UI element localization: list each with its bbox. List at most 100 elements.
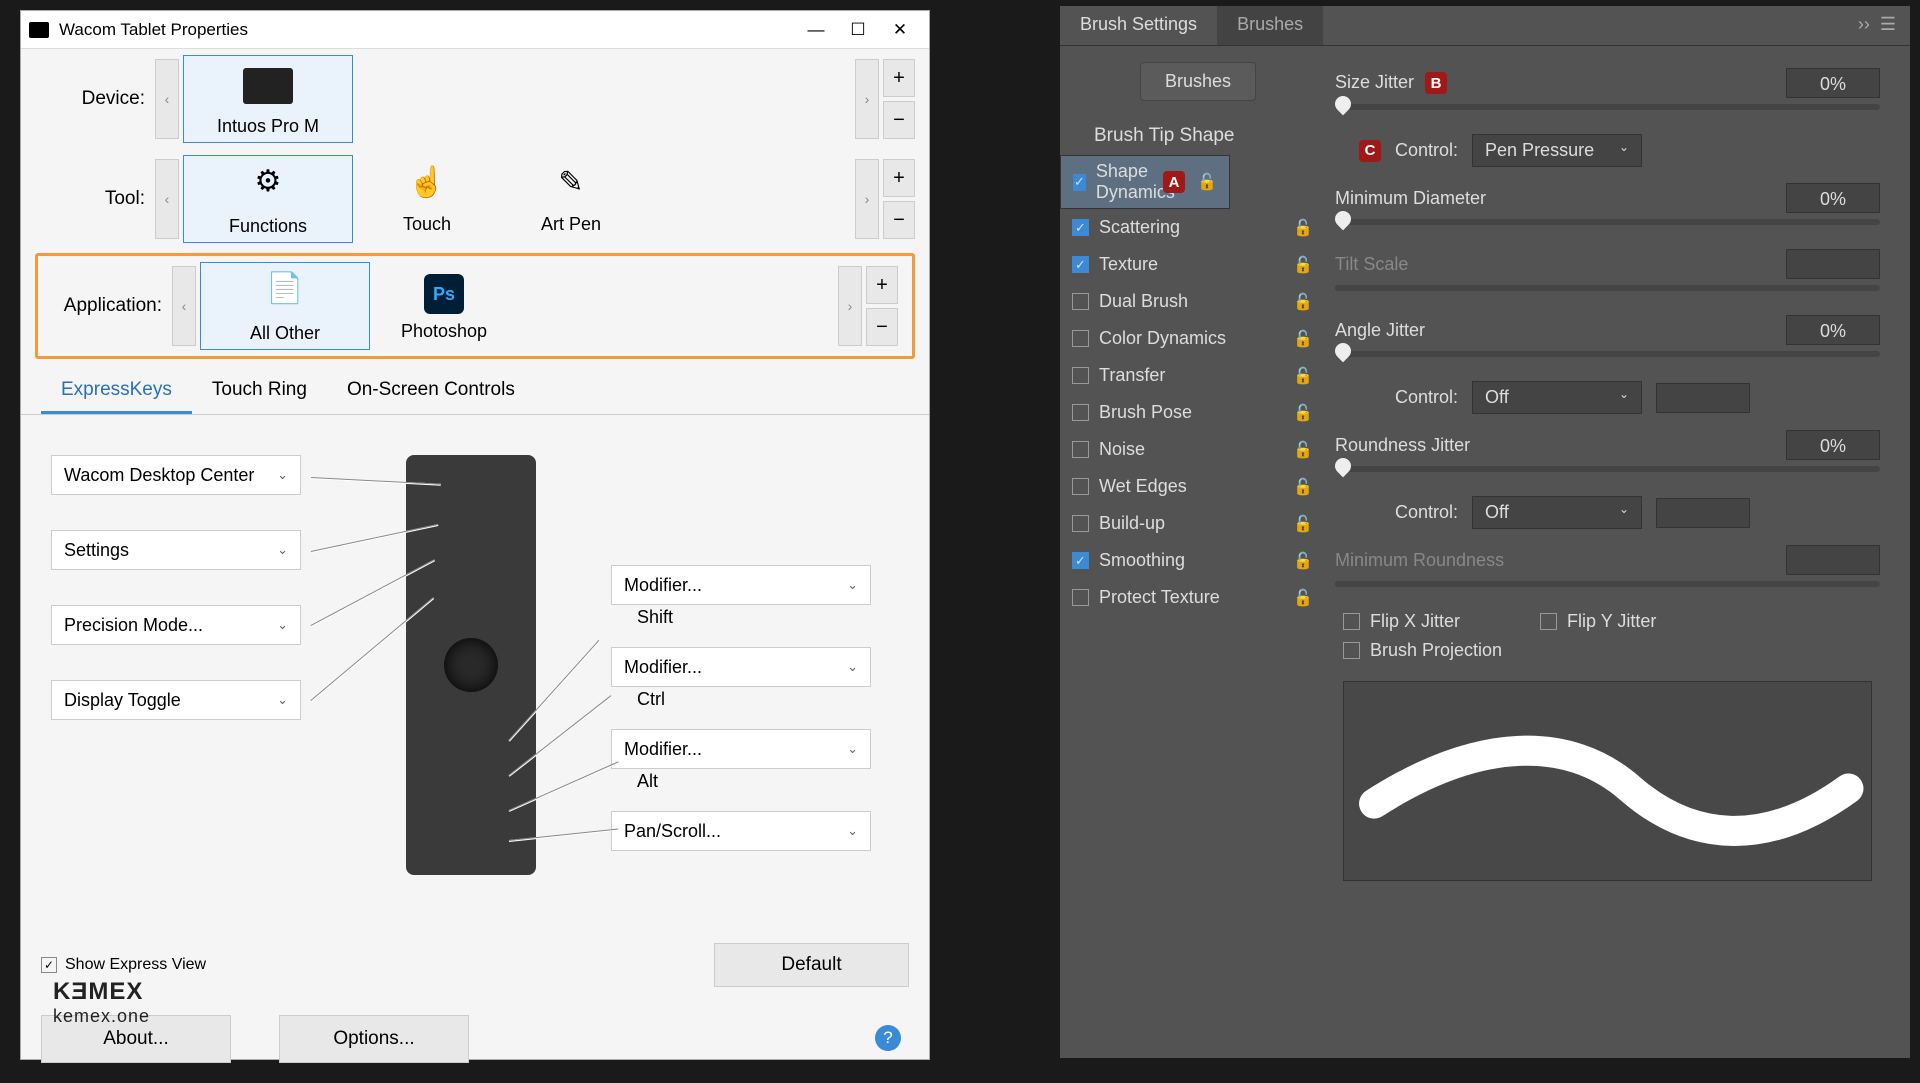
roundness-jitter-slider[interactable]	[1335, 466, 1880, 472]
app-item-label: All Other	[250, 323, 320, 344]
option-checkbox[interactable]: ✓	[1073, 174, 1086, 191]
key-dropdown-7[interactable]: Modifier...⌄	[611, 729, 871, 769]
size-jitter-value[interactable]: 0%	[1786, 68, 1880, 98]
key-dropdown-3[interactable]: Precision Mode...⌄	[51, 605, 301, 645]
device-prev-button[interactable]: ‹	[155, 59, 179, 139]
brushes-button[interactable]: Brushes	[1140, 62, 1256, 101]
tool-item-functions[interactable]: ⚙ Functions	[183, 155, 353, 243]
option-checkbox[interactable]	[1072, 404, 1089, 421]
option-checkbox[interactable]	[1072, 441, 1089, 458]
tool-add-button[interactable]: +	[883, 159, 915, 197]
min-diameter-value[interactable]: 0%	[1786, 183, 1880, 213]
option-checkbox[interactable]	[1072, 515, 1089, 532]
lock-icon[interactable]: 🔓	[1293, 255, 1313, 275]
brush-tabs: Brush Settings Brushes ›› ☰	[1060, 6, 1910, 46]
app-next-button[interactable]: ›	[838, 266, 862, 346]
app-prev-button[interactable]: ‹	[172, 266, 196, 346]
device-remove-button[interactable]: −	[883, 101, 915, 139]
control-select-2[interactable]: Off⌄	[1472, 381, 1642, 414]
option-checkbox[interactable]	[1072, 293, 1089, 310]
option-checkbox[interactable]: ✓	[1072, 552, 1089, 569]
flipx-checkbox[interactable]	[1343, 613, 1360, 630]
collapse-icon[interactable]: ››	[1858, 14, 1870, 37]
tilt-scale-slider	[1335, 285, 1880, 291]
key-dropdown-2[interactable]: Settings⌄	[51, 530, 301, 570]
titlebar: Wacom Tablet Properties — ☐ ✕	[21, 11, 929, 49]
brush-option-wet-edges[interactable]: Wet Edges🔓	[1060, 468, 1325, 505]
angle-jitter-value[interactable]: 0%	[1786, 315, 1880, 345]
option-checkbox[interactable]	[1072, 589, 1089, 606]
brush-option-shape-dynamics[interactable]: ✓Shape DynamicsA🔓	[1060, 155, 1230, 209]
tool-prev-button[interactable]: ‹	[155, 159, 179, 239]
close-button[interactable]: ✕	[879, 15, 921, 45]
control-select-3[interactable]: Off⌄	[1472, 496, 1642, 529]
key-dropdown-8[interactable]: Pan/Scroll...⌄	[611, 811, 871, 851]
app-add-button[interactable]: +	[866, 266, 898, 304]
lock-icon[interactable]: 🔓	[1293, 366, 1313, 386]
brush-option-brush-pose[interactable]: Brush Pose🔓	[1060, 394, 1325, 431]
tool-item-touch[interactable]: ☝ Touch	[357, 155, 497, 243]
option-checkbox[interactable]	[1072, 330, 1089, 347]
key-dropdown-4[interactable]: Display Toggle⌄	[51, 680, 301, 720]
lock-icon[interactable]: 🔓	[1293, 588, 1313, 608]
chevron-down-icon: ⌄	[847, 741, 858, 757]
brush-tip-shape-item[interactable]: Brush Tip Shape	[1060, 117, 1325, 155]
lock-icon[interactable]: 🔓	[1293, 292, 1313, 312]
option-checkbox[interactable]	[1072, 478, 1089, 495]
brush-option-protect-texture[interactable]: Protect Texture🔓	[1060, 579, 1325, 616]
roundness-jitter-value[interactable]: 0%	[1786, 430, 1880, 460]
projection-checkbox[interactable]	[1343, 642, 1360, 659]
flipy-label: Flip Y Jitter	[1567, 611, 1656, 632]
default-button[interactable]: Default	[714, 943, 909, 987]
lock-icon[interactable]: 🔓	[1293, 403, 1313, 423]
flipy-checkbox[interactable]	[1540, 613, 1557, 630]
brush-option-smoothing[interactable]: ✓Smoothing🔓	[1060, 542, 1325, 579]
help-button[interactable]: ?	[875, 1025, 901, 1051]
tool-remove-button[interactable]: −	[883, 201, 915, 239]
control-select-1[interactable]: Pen Pressure⌄	[1472, 134, 1642, 167]
tab-expresskeys[interactable]: ExpressKeys	[41, 369, 192, 414]
lock-icon[interactable]: 🔓	[1293, 218, 1313, 238]
app-remove-button[interactable]: −	[866, 308, 898, 346]
brush-option-color-dynamics[interactable]: Color Dynamics🔓	[1060, 320, 1325, 357]
key-dropdown-6[interactable]: Modifier...⌄	[611, 647, 871, 687]
lock-icon[interactable]: 🔓	[1197, 172, 1217, 192]
show-express-checkbox[interactable]: ✓	[41, 957, 57, 973]
lock-icon[interactable]: 🔓	[1293, 329, 1313, 349]
lock-icon[interactable]: 🔓	[1293, 477, 1313, 497]
device-item-intuos[interactable]: Intuos Pro M	[183, 55, 353, 143]
menu-icon[interactable]: ☰	[1880, 14, 1896, 37]
brush-option-noise[interactable]: Noise🔓	[1060, 431, 1325, 468]
option-checkbox[interactable]: ✓	[1072, 219, 1089, 236]
tab-touchring[interactable]: Touch Ring	[192, 369, 327, 414]
key-dropdown-1[interactable]: Wacom Desktop Center⌄	[51, 455, 301, 495]
control-value: Off	[1485, 502, 1509, 523]
app-item-allother[interactable]: 📄 All Other	[200, 262, 370, 350]
maximize-button[interactable]: ☐	[837, 15, 879, 45]
option-checkbox[interactable]	[1072, 367, 1089, 384]
minimize-button[interactable]: —	[795, 15, 837, 45]
min-diameter-slider[interactable]	[1335, 219, 1880, 225]
lock-icon[interactable]: 🔓	[1293, 440, 1313, 460]
brush-option-texture[interactable]: ✓Texture🔓	[1060, 246, 1325, 283]
brush-option-transfer[interactable]: Transfer🔓	[1060, 357, 1325, 394]
tool-next-button[interactable]: ›	[855, 159, 879, 239]
tab-brushes[interactable]: Brushes	[1217, 6, 1323, 45]
size-jitter-slider[interactable]	[1335, 104, 1880, 110]
device-add-button[interactable]: +	[883, 59, 915, 97]
key-dropdown-5[interactable]: Modifier...⌄	[611, 565, 871, 605]
tool-row: Tool: ‹ ⚙ Functions ☝ Touch ✎ Art Pen › …	[21, 149, 929, 249]
angle-jitter-slider[interactable]	[1335, 351, 1880, 357]
lock-icon[interactable]: 🔓	[1293, 551, 1313, 571]
brush-option-scattering[interactable]: ✓Scattering🔓	[1060, 209, 1325, 246]
tool-item-artpen[interactable]: ✎ Art Pen	[501, 155, 641, 243]
app-item-photoshop[interactable]: Ps Photoshop	[374, 262, 514, 350]
brush-option-build-up[interactable]: Build-up🔓	[1060, 505, 1325, 542]
tab-brush-settings[interactable]: Brush Settings	[1060, 6, 1217, 45]
option-checkbox[interactable]: ✓	[1072, 256, 1089, 273]
brush-option-dual-brush[interactable]: Dual Brush🔓	[1060, 283, 1325, 320]
device-next-button[interactable]: ›	[855, 59, 879, 139]
options-button[interactable]: Options...	[279, 1015, 469, 1063]
tab-onscreen[interactable]: On-Screen Controls	[327, 369, 535, 414]
lock-icon[interactable]: 🔓	[1293, 514, 1313, 534]
